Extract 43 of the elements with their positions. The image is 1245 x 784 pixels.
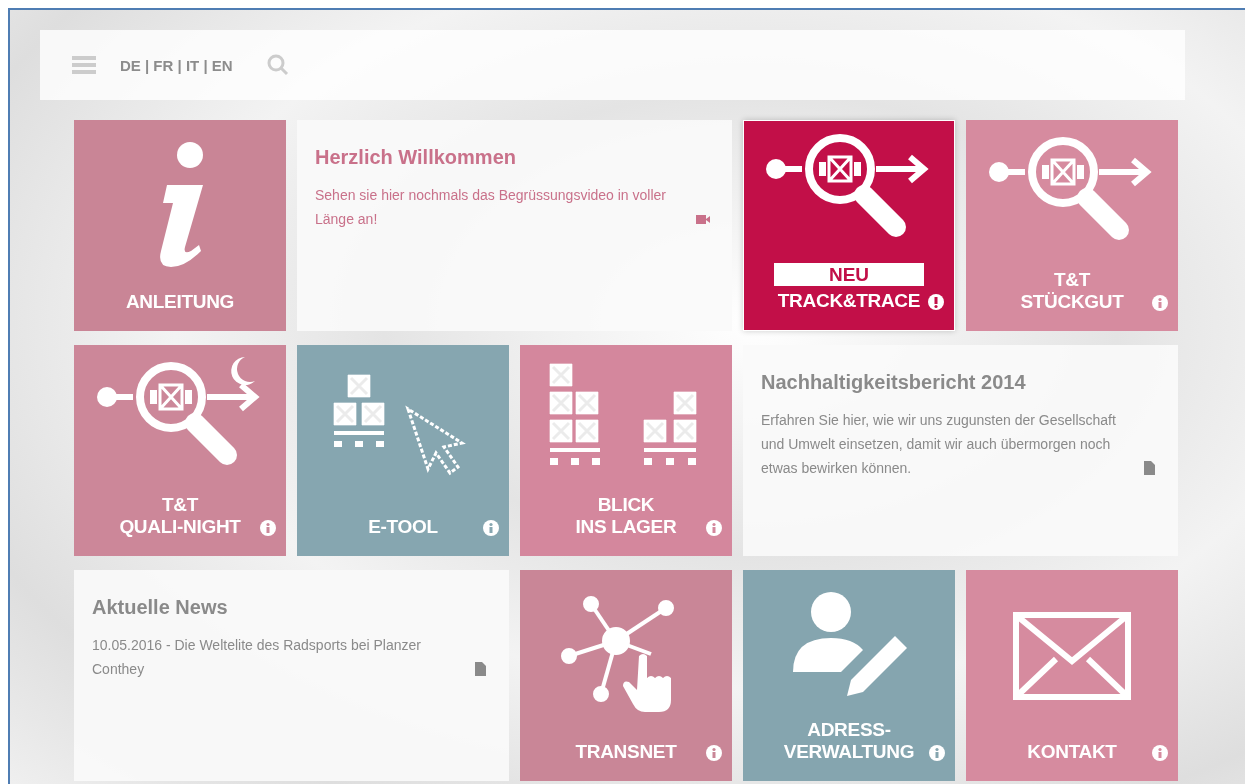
new-badge: NEU — [774, 263, 924, 286]
tile-label: BLICK INS LAGER — [575, 494, 677, 538]
info-icon — [706, 520, 722, 536]
info-card[interactable]: Herzlich Willkommen Sehen sie hier nochmals das Begrüssungsvideo in voller Länge an! — [297, 120, 732, 331]
tile-label: ANLEITUNG — [125, 291, 235, 313]
document-icon — [1142, 461, 1156, 475]
tile-button[interactable]: E-TOOL — [297, 345, 509, 556]
tile-label: KONTAKT — [1027, 741, 1117, 763]
tile-button[interactable]: KONTAKT — [966, 570, 1178, 781]
card-title: Herzlich Willkommen — [315, 146, 517, 169]
tile-label: E-TOOL — [368, 516, 438, 538]
info-icon — [1152, 745, 1168, 761]
tile-button[interactable]: ADRESS- VERWALTUNG — [743, 570, 955, 781]
card-text: Sehen sie hier nochmals das Begrüssungsvideo in voller Länge an! — [315, 186, 667, 229]
info-card[interactable]: Aktuelle News 10.05.2016 - Die Weltelite des Radsports bei Planzer Conthey — [74, 570, 509, 781]
info-icon — [929, 745, 945, 761]
menu-icon[interactable] — [72, 56, 96, 74]
card-text: 10.05.2016 - Die Weltelite des Radsports bei Planzer Conthey — [92, 636, 422, 679]
card-title: Nachhaltigkeitsbericht 2014 — [761, 371, 1027, 394]
tile-label: ADRESS- VERWALTUNG — [783, 719, 915, 763]
info-icon — [706, 745, 722, 761]
info-icon — [483, 520, 499, 536]
info-icon — [1152, 295, 1168, 311]
tile-button[interactable]: NEU TRACK&TRACE — [743, 120, 955, 331]
tile-label: T&T STÜCKGUT — [1020, 269, 1124, 313]
video-camera-icon — [696, 212, 710, 226]
exclamation-icon — [928, 294, 944, 310]
card-text: Erfahren Sie hier, wie wir uns zugunsten der Gesellschaft und Umwelt einsetzen, damit wir auch übermorgen noch etwas bewirken können. — [761, 411, 1117, 478]
info-icon — [260, 520, 276, 536]
tile-button[interactable]: T&T QUALI-NIGHT — [74, 345, 286, 556]
search-icon[interactable] — [266, 54, 289, 76]
info-card[interactable]: Nachhaltigkeitsbericht 2014 Erfahren Sie hier, wie wir uns zugunsten der Gesellschaft und Umwelt einsetzen, damit wir auch übermorgen noch etwas bewirken können. — [743, 345, 1178, 556]
tile-button[interactable]: TRANSNET — [520, 570, 732, 781]
tile-label: T&T QUALI-NIGHT — [119, 494, 241, 538]
tile-label: TRANSNET — [575, 741, 677, 763]
tile-button[interactable]: T&T STÜCKGUT — [966, 120, 1178, 331]
tile-label: TRACK&TRACE — [777, 290, 921, 312]
tile-button[interactable]: ANLEITUNG — [74, 120, 286, 331]
card-title: Aktuelle News — [92, 596, 229, 619]
envelope-icon — [1012, 610, 1132, 701]
tile-button[interactable]: BLICK INS LAGER — [520, 345, 732, 556]
language-switcher[interactable]: DE | FR | IT | EN — [120, 56, 233, 74]
document-icon — [473, 662, 487, 676]
